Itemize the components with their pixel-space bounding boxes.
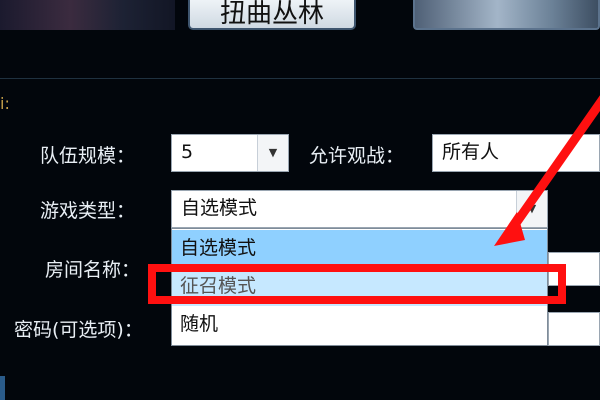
spectate-value: 所有人 — [442, 141, 500, 163]
game-type-select[interactable]: 自选模式 ▼ — [171, 190, 548, 228]
option-random[interactable]: 随机 — [172, 306, 547, 344]
spectate-label: 允许观战： — [309, 145, 405, 167]
map-thumbnail-right[interactable] — [413, 0, 600, 30]
team-size-label: 队伍规模： — [40, 145, 136, 167]
team-size-value: 5 — [181, 141, 194, 163]
divider — [0, 78, 600, 79]
bottom-tab[interactable] — [0, 376, 5, 400]
option-draft-mode[interactable]: 征召模式 — [172, 268, 547, 306]
option-custom-mode[interactable]: 自选模式 — [172, 230, 547, 268]
chevron-down-icon[interactable]: ▼ — [516, 191, 547, 227]
game-type-label: 游戏类型： — [40, 200, 136, 222]
team-size-select[interactable]: 5 ▼ — [171, 134, 289, 172]
room-name-input[interactable] — [548, 252, 600, 286]
spectate-select[interactable]: 所有人 — [432, 134, 600, 172]
room-name-label: 房间名称： — [45, 259, 141, 281]
top-strip: 扭曲丛林 — [0, 0, 600, 34]
map-thumbnail-left[interactable] — [0, 0, 175, 30]
chevron-down-icon[interactable]: ▼ — [257, 135, 288, 171]
password-input[interactable] — [548, 312, 600, 346]
password-label: 密码(可选项)： — [14, 319, 143, 341]
map-title[interactable]: 扭曲丛林 — [188, 0, 356, 30]
game-type-value: 自选模式 — [181, 197, 258, 219]
game-type-dropdown-list: 自选模式 征召模式 随机 — [171, 228, 548, 346]
section-label: i: — [0, 94, 10, 113]
